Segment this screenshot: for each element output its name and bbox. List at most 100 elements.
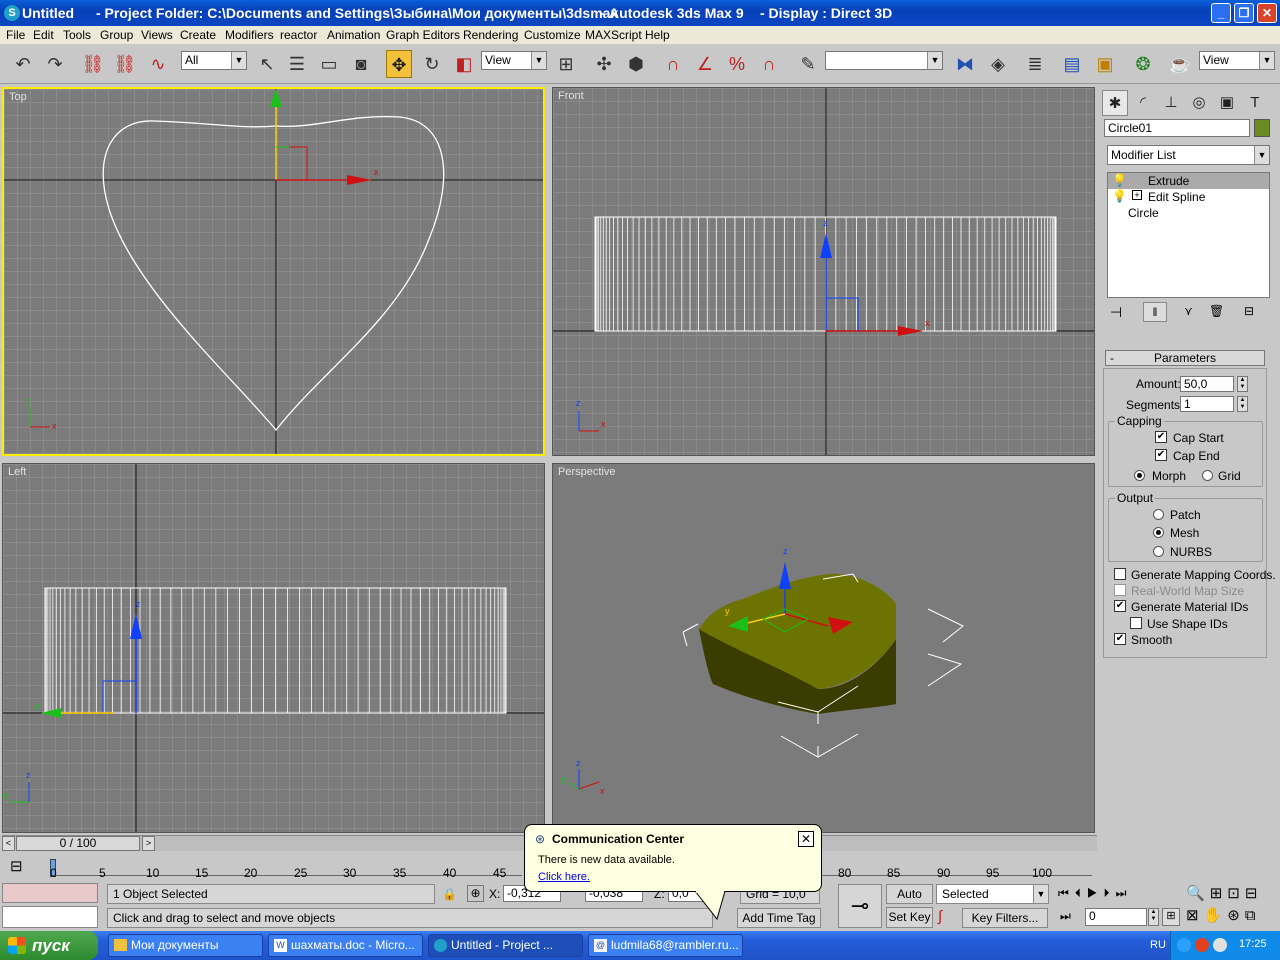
viewport-top[interactable]: Top x x y	[2, 87, 545, 456]
pan-icon[interactable]: ✋	[1204, 907, 1228, 924]
cap-start-checkbox[interactable]: ✔	[1155, 431, 1167, 443]
time-slider-thumb[interactable]: 0 / 100	[16, 836, 140, 851]
stack-item-edit-spline[interactable]: 💡 + Edit Spline	[1108, 189, 1269, 205]
menu-modifiers[interactable]: Modifiers	[225, 26, 274, 44]
key-filters-button[interactable]: Key Filters...	[962, 908, 1048, 928]
task-word-document[interactable]: W шахматы.doc - Micro...	[268, 934, 423, 957]
render-type-dropdown[interactable]: View ▼	[1199, 51, 1275, 70]
curve-editor-icon[interactable]: ▤	[1059, 50, 1085, 78]
close-button[interactable]: ✕	[1257, 3, 1277, 23]
next-frame-icon[interactable]: ⏵	[1104, 886, 1116, 900]
key-mode-dropdown[interactable]: Selected ▼	[936, 884, 1049, 904]
play-icon[interactable]: ▶	[1087, 886, 1104, 900]
tray-network-icon[interactable]	[1213, 938, 1227, 952]
remove-modifier-icon[interactable]: 🗑	[1209, 304, 1224, 318]
motion-tab-icon[interactable]: ◎	[1186, 90, 1212, 116]
select-and-rotate-icon[interactable]: ↻	[419, 50, 445, 78]
stack-item-circle[interactable]: Circle	[1128, 206, 1159, 220]
rectangular-selection-icon[interactable]: ▭	[316, 50, 342, 78]
named-selection-dropdown[interactable]: ▼	[825, 51, 943, 70]
hierarchy-tab-icon[interactable]: ⊥	[1158, 90, 1184, 116]
real-world-checkbox[interactable]	[1114, 584, 1126, 596]
pin-stack-icon[interactable]: ⊣	[1110, 304, 1122, 321]
object-color-swatch[interactable]	[1254, 119, 1270, 137]
menu-help[interactable]: Help	[645, 26, 670, 44]
amount-spinner[interactable]: ▲ ▼	[1237, 376, 1248, 392]
generate-material-ids-checkbox[interactable]: ✔	[1114, 600, 1126, 612]
minimize-button[interactable]: _	[1211, 3, 1231, 23]
menu-maxscript[interactable]: MAXScript	[585, 26, 642, 44]
material-editor-icon[interactable]: ❂	[1130, 50, 1156, 78]
expand-icon[interactable]: +	[1132, 190, 1142, 200]
region-zoom-icon[interactable]: ⊠	[1186, 907, 1204, 924]
amount-input[interactable]: 50,0	[1180, 376, 1234, 392]
modifier-list-dropdown[interactable]: Modifier List ▼	[1107, 145, 1270, 165]
popup-close-icon[interactable]: ✕	[798, 831, 814, 847]
display-tab-icon[interactable]: ▣	[1214, 90, 1240, 116]
language-indicator[interactable]: RU	[1150, 939, 1166, 951]
cap-end-checkbox[interactable]: ✔	[1155, 449, 1167, 461]
maxscript-input-mini[interactable]	[2, 906, 98, 928]
utilities-tab-icon[interactable]: T	[1242, 90, 1268, 116]
grid-radio[interactable]	[1202, 470, 1213, 481]
menu-animation[interactable]: Animation	[327, 26, 380, 44]
next-frame-arrow-icon[interactable]: >	[142, 836, 155, 851]
arc-rotate-icon[interactable]: ⊛	[1227, 907, 1245, 924]
select-and-scale-icon[interactable]: ◧	[451, 50, 477, 78]
create-tab-icon[interactable]: ✱	[1102, 90, 1128, 116]
start-button[interactable]: пуск	[0, 931, 98, 960]
select-by-name-icon[interactable]: ☰	[284, 50, 310, 78]
menu-tools[interactable]: Tools	[63, 26, 91, 44]
task-my-documents[interactable]: Мои документы	[108, 934, 263, 957]
segments-input[interactable]: 1	[1180, 396, 1234, 412]
tray-app-icon[interactable]	[1177, 938, 1191, 952]
menu-group[interactable]: Group	[100, 26, 133, 44]
menu-customize[interactable]: Customize	[524, 26, 581, 44]
percent-snap-icon[interactable]: %	[724, 50, 750, 78]
modify-tab-icon[interactable]: ◜	[1130, 90, 1156, 116]
use-shape-ids-checkbox[interactable]	[1130, 617, 1142, 629]
go-to-start-icon[interactable]: ⏮	[1058, 886, 1075, 900]
mesh-radio[interactable]	[1153, 527, 1164, 538]
menu-create[interactable]: Create	[180, 26, 216, 44]
lightbulb-icon[interactable]: 💡	[1112, 189, 1127, 203]
nurbs-radio[interactable]	[1153, 546, 1164, 557]
select-object-icon[interactable]: ↖	[254, 50, 280, 78]
zoom-extents-all-icon[interactable]: ⊟	[1245, 885, 1263, 902]
lightbulb-icon[interactable]: 💡	[1112, 173, 1127, 187]
spinner-snap-icon[interactable]: ∩	[756, 50, 782, 78]
menu-file[interactable]: File	[6, 26, 25, 44]
viewport-front[interactable]: Front x z x z	[552, 87, 1095, 456]
make-unique-icon[interactable]: ⋎	[1184, 304, 1193, 318]
edit-named-selection-icon[interactable]: ✎	[795, 50, 821, 78]
previous-frame-icon[interactable]: ⏴	[1075, 886, 1087, 900]
render-scene-icon[interactable]: ☕	[1167, 50, 1193, 78]
prev-frame-arrow-icon[interactable]: <	[2, 836, 15, 851]
select-and-move-icon[interactable]: ✥	[386, 50, 412, 78]
time-configuration-icon[interactable]: ⊞	[1162, 908, 1180, 926]
absolute-mode-icon[interactable]: ⊕	[467, 885, 484, 902]
align-icon[interactable]: ◈	[985, 50, 1011, 78]
zoom-all-icon[interactable]: ⊞	[1210, 885, 1228, 902]
maximize-button[interactable]: ❐	[1234, 3, 1254, 23]
tray-security-icon[interactable]	[1195, 938, 1209, 952]
keyboard-shortcut-icon[interactable]: ⬢	[623, 50, 649, 78]
parameters-rollout-header[interactable]: - Parameters	[1105, 350, 1265, 366]
set-key-icon[interactable]: ⊸	[838, 884, 882, 928]
object-name-field[interactable]: Circle01	[1104, 119, 1250, 137]
maxscript-listener-mini[interactable]	[2, 883, 98, 903]
menu-reactor[interactable]: reactor	[280, 26, 317, 44]
pivot-center-icon[interactable]: ⊞	[553, 50, 579, 78]
menu-rendering[interactable]: Rendering	[463, 26, 518, 44]
smooth-checkbox[interactable]: ✔	[1114, 633, 1126, 645]
snaps-toggle-icon[interactable]: ∩	[660, 50, 686, 78]
viewport-left[interactable]: Left z y y z	[2, 463, 545, 833]
segments-spinner[interactable]: ▲ ▼	[1237, 396, 1248, 412]
menu-graph-editors[interactable]: Graph Editors	[386, 26, 460, 44]
undo-icon[interactable]: ↶	[10, 50, 36, 78]
key-tangent-icon[interactable]: ∫	[938, 908, 958, 928]
configure-sets-icon[interactable]: ⊟	[1244, 304, 1254, 318]
schematic-view-icon[interactable]: ▣	[1092, 50, 1118, 78]
unlink-icon[interactable]: ⛓	[112, 50, 138, 78]
layer-manager-icon[interactable]: ≣	[1022, 50, 1048, 78]
